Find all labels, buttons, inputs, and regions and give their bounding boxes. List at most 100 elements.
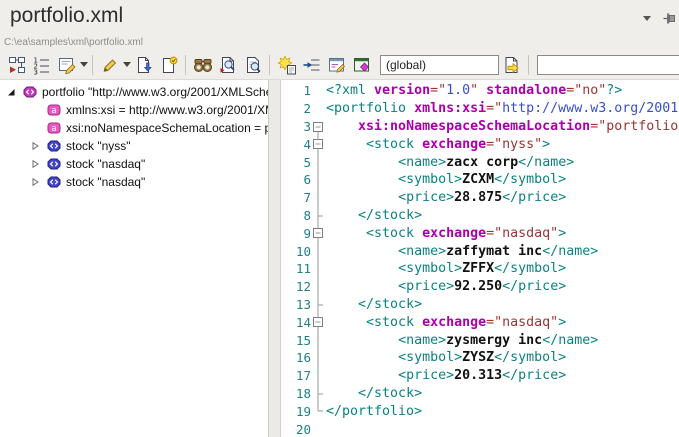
- tree-item-attribute[interactable]: axmlns:xsi = http://www.w3.org/2001/XMLS…: [0, 101, 268, 119]
- collapsed-arrow-icon[interactable]: [30, 177, 47, 187]
- code-segment-tag: <name>: [398, 155, 446, 170]
- expanded-arrow-icon[interactable]: [6, 87, 23, 97]
- stylesheet-editor-button[interactable]: [324, 53, 349, 77]
- xml-tree-panel[interactable]: portfolio "http://www.w3.org/2001/XMLSch…: [0, 80, 268, 437]
- search-input[interactable]: [537, 55, 679, 75]
- code-segment-tag: </name>: [542, 333, 598, 348]
- panel-splitter[interactable]: [268, 80, 281, 437]
- code-segment-plain: [326, 315, 366, 330]
- tree-item-element[interactable]: stock "nasdaq": [0, 173, 268, 191]
- code-segment-tag: </portfolio>: [326, 404, 422, 419]
- fold-marker: [312, 385, 326, 403]
- code-segment-tag: ?>: [606, 83, 622, 98]
- find-button[interactable]: [190, 53, 215, 77]
- code-line[interactable]: 20: [281, 420, 679, 437]
- apply-scope-button[interactable]: [499, 53, 524, 77]
- line-number: 12: [281, 279, 312, 294]
- code-line[interactable]: 3 xsi:noNamespaceSchemaLocation="portfol…: [281, 118, 679, 136]
- code-line-text: <price>92.250</price>: [326, 279, 566, 294]
- code-segment-tag: <symbol>: [398, 350, 462, 365]
- code-segment-plain: [326, 368, 398, 383]
- code-segment-val: ="nasdaq": [486, 315, 558, 330]
- code-segment-tag: <price>: [398, 279, 454, 294]
- form-view-dropdown-arrow-icon[interactable]: [80, 62, 88, 67]
- code-segment-tag: </stock>: [358, 297, 422, 312]
- collapsed-arrow-icon[interactable]: [30, 141, 47, 151]
- code-line[interactable]: 1<?xml version="1.0" standalone="no"?>: [281, 82, 679, 100]
- fold-marker: [312, 189, 326, 207]
- tree-item-attribute[interactable]: axsi:noNamespaceSchemaLocation = portfol…: [0, 119, 268, 137]
- element-blue-icon: [47, 158, 61, 170]
- code-line-text: <stock exchange="nasdaq">: [326, 226, 566, 241]
- stylesheet-editor-icon: [327, 55, 347, 75]
- code-line[interactable]: 10 <name>zaffymat inc</name>: [281, 242, 679, 260]
- line-number: 7: [281, 190, 312, 205]
- code-line[interactable]: 16 <symbol>ZYSZ</symbol>: [281, 349, 679, 367]
- fold-collapse-box-icon[interactable]: [312, 313, 326, 331]
- code-line[interactable]: 6 <symbol>ZCXM</symbol>: [281, 171, 679, 189]
- find-next-icon: [218, 55, 238, 75]
- code-line-text: <?xml version="1.0" standalone="no"?>: [326, 83, 622, 98]
- code-line[interactable]: 15 <name>zysmergy inc</name>: [281, 331, 679, 349]
- structure-view-button[interactable]: [4, 53, 29, 77]
- xslt-transform-button[interactable]: [274, 53, 299, 77]
- code-line[interactable]: 5 <name>zacx corp</name>: [281, 153, 679, 171]
- tree-item-label: stock "nasdaq": [66, 157, 145, 171]
- code-segment-tag: <symbol>: [398, 261, 462, 276]
- pin-icon[interactable]: [661, 10, 677, 26]
- element-window-button[interactable]: [349, 53, 374, 77]
- window-menu-dropdown-icon[interactable]: [639, 10, 655, 26]
- code-segment-val: ="nyss": [486, 137, 542, 152]
- code-line-text: <symbol>ZCXM</symbol>: [326, 172, 566, 187]
- find-next-button[interactable]: [215, 53, 240, 77]
- code-line[interactable]: 13 </stock>: [281, 296, 679, 314]
- fold-collapse-box-icon[interactable]: [312, 118, 326, 136]
- import-document-button[interactable]: [131, 53, 156, 77]
- fold-collapse-box-icon[interactable]: [312, 135, 326, 153]
- line-number: 8: [281, 208, 312, 223]
- scope-combobox[interactable]: (global): [380, 55, 499, 75]
- edit-button[interactable]: [97, 53, 122, 77]
- tree-item-element[interactable]: portfolio "http://www.w3.org/2001/XMLSch…: [0, 83, 268, 101]
- numbered-list-view-button[interactable]: 123: [29, 53, 54, 77]
- code-segment-tag: <name>: [398, 244, 446, 259]
- tree-item-element[interactable]: stock "nasdaq": [0, 155, 268, 173]
- code-segment-tag: <stock: [366, 226, 422, 241]
- code-line[interactable]: 12 <price>92.250</price>: [281, 278, 679, 296]
- form-view-icon: [57, 55, 77, 75]
- apply-scope-icon: [502, 55, 522, 75]
- xml-code-editor[interactable]: 1<?xml version="1.0" standalone="no"?>2<…: [281, 80, 679, 437]
- element-blue-icon: [47, 140, 61, 152]
- toolbar-buttons: 123: [4, 53, 374, 77]
- code-line-text: <symbol>ZFFX</symbol>: [326, 261, 566, 276]
- code-line[interactable]: 7 <price>28.875</price>: [281, 189, 679, 207]
- code-line[interactable]: 17 <price>20.313</price>: [281, 367, 679, 385]
- goto-line-button[interactable]: [299, 53, 324, 77]
- fold-marker: [312, 367, 326, 385]
- fold-collapse-box-icon[interactable]: [312, 224, 326, 242]
- code-line[interactable]: 8 </stock>: [281, 207, 679, 225]
- collapsed-arrow-icon[interactable]: [30, 159, 47, 169]
- tree-item-element[interactable]: stock "nyss": [0, 137, 268, 155]
- code-segment-attr: standalone: [486, 83, 566, 98]
- code-segment-tag: </stock>: [358, 386, 422, 401]
- form-view-button[interactable]: [54, 53, 79, 77]
- import-document-icon: [134, 55, 154, 75]
- code-line[interactable]: 14 <stock exchange="nasdaq">: [281, 313, 679, 331]
- code-line[interactable]: 4 <stock exchange="nyss">: [281, 135, 679, 153]
- code-segment-plain: [326, 279, 398, 294]
- code-segment-text: ZYSZ: [462, 350, 494, 365]
- code-line[interactable]: 9 <stock exchange="nasdaq">: [281, 224, 679, 242]
- code-line-text: <name>zaffymat inc</name>: [326, 244, 598, 259]
- structure-view-icon: [7, 55, 27, 75]
- fold-marker: [312, 100, 326, 118]
- code-line[interactable]: 19</portfolio>: [281, 402, 679, 420]
- code-line[interactable]: 2<portfolio xmlns:xsi="http://www.w3.org…: [281, 100, 679, 118]
- code-line[interactable]: 11 <symbol>ZFFX</symbol>: [281, 260, 679, 278]
- code-segment-tag: </price>: [502, 190, 566, 205]
- code-line[interactable]: 18 </stock>: [281, 385, 679, 403]
- edit-dropdown-arrow-icon[interactable]: [123, 62, 131, 67]
- validate-document-button[interactable]: [156, 53, 181, 77]
- search-in-document-button[interactable]: [240, 53, 265, 77]
- code-segment-text: 20.313: [454, 368, 502, 383]
